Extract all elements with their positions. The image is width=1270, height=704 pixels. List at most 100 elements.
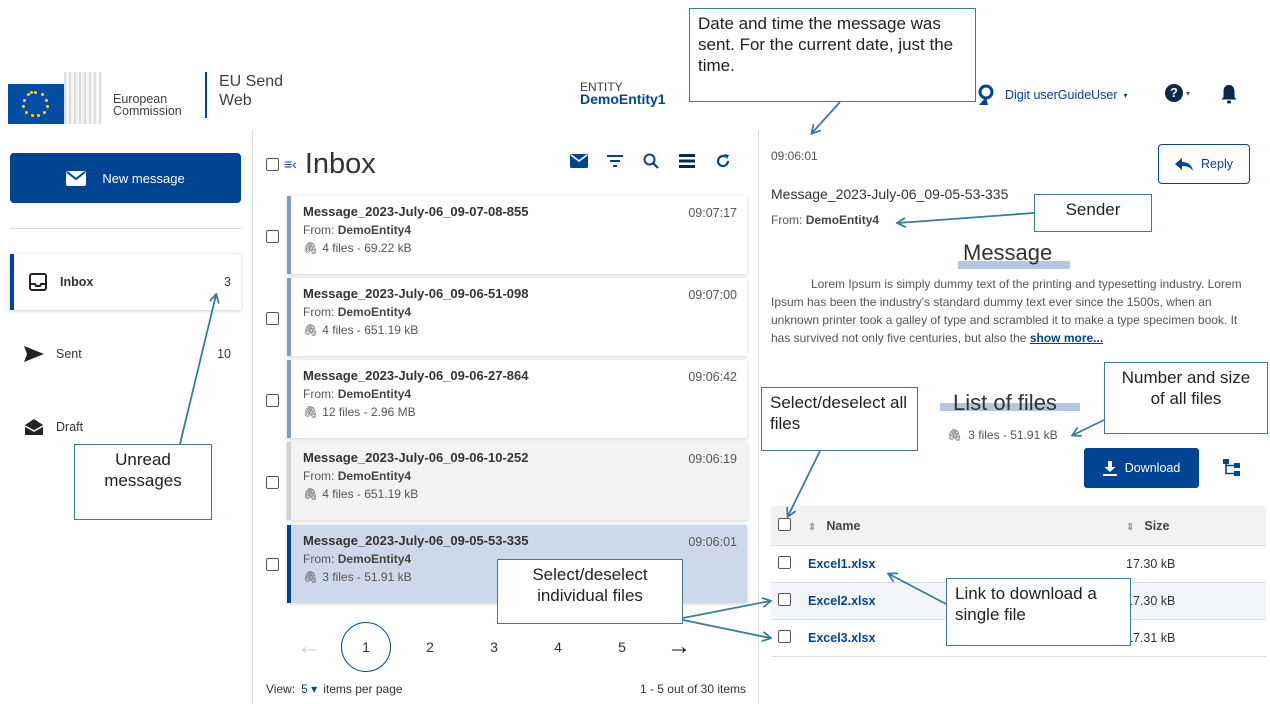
paperclip-icon: 🖇 [303,405,319,419]
message-time: 09:06:19 [688,452,737,466]
message-time: 09:06:42 [688,370,737,384]
list-of-files-annotation-label: List of files [953,390,1057,415]
reply-button[interactable]: Reply [1158,144,1250,184]
name-column-header[interactable]: ⇕ Name [808,519,1126,533]
user-icon [978,84,994,105]
page-title: Inbox [304,147,376,180]
file-checkbox[interactable] [778,630,791,643]
message-sent-time: 09:06:01 [771,149,818,163]
paperclip-icon: 🖇 [303,487,319,501]
bell-icon[interactable] [1220,84,1238,104]
message-checkbox[interactable] [266,476,279,489]
open-envelope-icon [24,419,44,435]
message-subject: Message_2023-July-06_09-07-08-855 [303,204,529,219]
tree-view-icon[interactable] [1222,457,1242,477]
page-button-current[interactable]: 1 [341,622,391,672]
message-files: 🖇 4 files - 69.22 kB [303,241,412,255]
items-range: 1 - 5 out of 30 items [639,682,746,696]
file-checkbox[interactable] [778,593,791,606]
message-checkbox[interactable] [266,558,279,571]
message-checkbox[interactable] [266,312,279,325]
new-message-button[interactable]: New message [10,153,241,203]
sidebar-item-label: Inbox [60,275,94,289]
collapse-menu-icon[interactable]: ≡‹ [284,156,297,172]
message-from: From: DemoEntity4 [303,469,412,483]
date-time-callout: Date and time the message was sent. For … [689,8,976,102]
message-from: From: DemoEntity4 [303,223,412,237]
entity-selector[interactable]: DemoEntity1 [580,91,666,107]
page-button[interactable]: 4 [526,639,590,655]
file-download-link[interactable]: Excel1.xlsx [808,557,1126,571]
paperclip-icon: 🖇 [303,323,319,337]
message-files: 🖇 12 files - 2.96 MB [303,405,416,419]
message-item[interactable]: Message_2023-July-06_09-06-27-864 09:06:… [287,360,747,438]
select-all-messages-checkbox[interactable] [266,157,279,171]
filter-icon[interactable] [606,152,624,170]
message-time: 09:07:00 [688,288,737,302]
file-size: 17.31 kB [1126,631,1176,645]
search-icon[interactable] [642,152,660,170]
building-icon [64,72,102,124]
view-label: View: [266,682,296,696]
message-files: 🖇 4 files - 651.19 kB [303,487,419,501]
message-subject: Message_2023-July-06_09-06-27-864 [303,368,529,383]
european-commission-logo[interactable]: European Commission [8,72,198,124]
density-icon[interactable] [678,152,696,170]
prev-page-button[interactable]: ← [284,633,334,661]
select-all-files-checkbox[interactable] [778,517,791,531]
file-size: 17.30 kB [1126,557,1176,571]
select-individual-callout: Select/deselect individual files [497,559,683,624]
help-icon: ? [1165,84,1183,102]
page-button[interactable]: 5 [590,639,654,655]
download-button[interactable]: Download [1084,448,1199,488]
paperclip-icon: 🖇 [947,428,963,442]
sort-icon: ⇕ [808,521,817,533]
header-separator [205,72,207,118]
list-header: ≡‹ Inbox [266,146,746,182]
org-name: European Commission [113,92,182,118]
user-menu[interactable]: Digit userGuideUser ▾ [975,83,1128,107]
download-icon [1102,460,1117,476]
inbox-icon [28,273,48,291]
message-item[interactable]: Message_2023-July-06_09-06-51-098 09:07:… [287,278,747,356]
view-row: View: 5 ▾ items per page 1 - 5 out of 30… [266,682,746,696]
select-all-callout: Select/deselect all files [761,387,918,451]
message-subject: Message_2023-July-06_09-05-53-335 [303,533,529,548]
list-toolbar [570,152,732,170]
file-checkbox[interactable] [778,556,791,569]
page-button[interactable]: 2 [398,639,462,655]
sort-icon: ⇕ [1126,521,1135,533]
envelope-icon [66,170,87,186]
file-size: 17.30 kB [1126,594,1176,608]
items-per-page-select[interactable]: 5 ▾ [301,682,317,696]
message-time: 09:06:01 [688,535,737,549]
message-subject: Message_2023-July-06_09-05-53-335 [771,186,1009,202]
message-sender: From: DemoEntity4 [771,213,880,227]
eu-flag-icon [8,84,64,124]
table-header-row: ⇕ Name ⇕ Size [771,506,1266,546]
size-column-header[interactable]: ⇕ Size [1126,519,1266,533]
header: European Commission EU Send Web ENTITY D… [0,0,1270,130]
new-message-label: New message [102,170,185,186]
sidebar-item-sent[interactable]: Sent 10 [10,326,241,382]
paperclip-icon: 🖇 [303,241,319,255]
message-from: From: DemoEntity4 [303,305,412,319]
message-checkbox[interactable] [266,230,279,243]
items-per-page-label: items per page [323,682,403,696]
user-name: Digit userGuideUser [1005,88,1118,102]
mail-filter-icon[interactable] [570,152,588,170]
sidebar-item-inbox[interactable]: Inbox 3 [10,254,241,310]
number-size-callout: Number and size of all files [1104,362,1268,434]
message-checkbox[interactable] [266,394,279,407]
pagination: ← 1 2 3 4 5 → [284,622,744,672]
message-item[interactable]: Message_2023-July-06_09-06-10-252 09:06:… [287,442,747,520]
help-button[interactable]: ? ▾ [1165,84,1190,102]
paperclip-icon: 🖇 [303,570,319,584]
page-button[interactable]: 3 [462,639,526,655]
refresh-icon[interactable] [714,152,732,170]
next-page-button[interactable]: → [654,633,704,661]
show-more-link[interactable]: show more... [1030,331,1103,345]
message-subject: Message_2023-July-06_09-06-10-252 [303,450,529,465]
reply-icon [1175,157,1194,171]
message-item[interactable]: Message_2023-July-06_09-07-08-855 09:07:… [287,196,747,274]
